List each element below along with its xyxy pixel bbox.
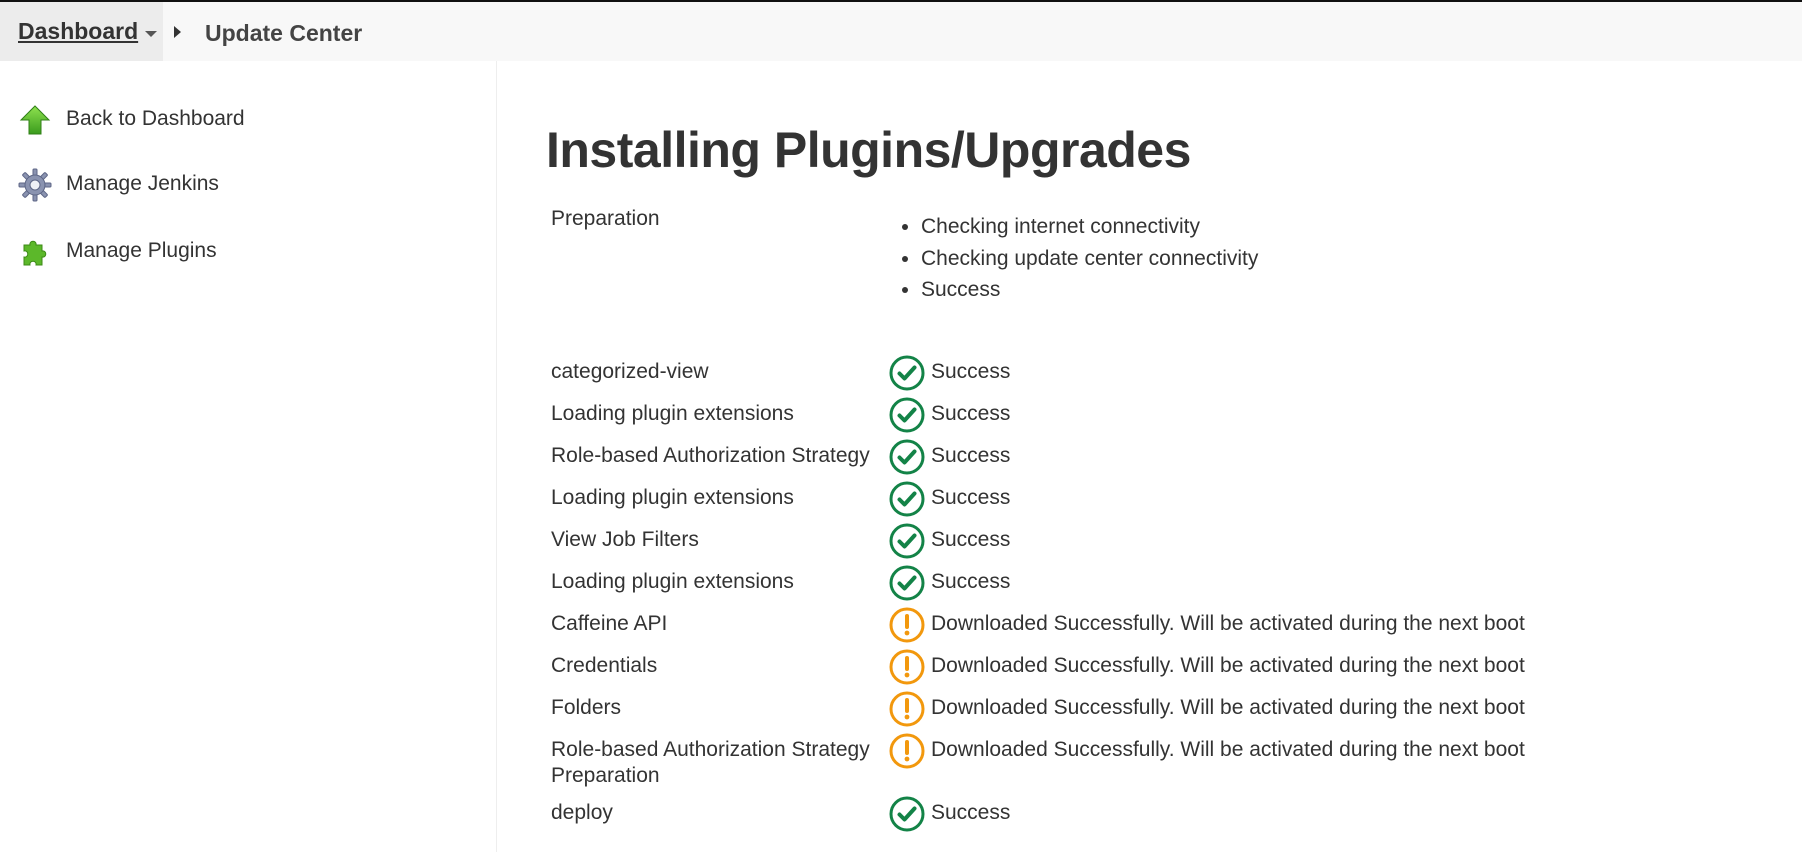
job-name: Loading plugin extensions bbox=[551, 486, 794, 509]
job-name: Credentials bbox=[551, 654, 658, 677]
list-item: Success bbox=[921, 274, 1258, 306]
job-status: Success bbox=[931, 528, 1011, 551]
success-check-icon bbox=[889, 439, 925, 475]
success-check-icon bbox=[889, 796, 925, 832]
job-status: Downloaded Successfully. Will be activat… bbox=[931, 612, 1525, 635]
sidebar-item-manage-jenkins[interactable]: Manage Jenkins bbox=[18, 166, 478, 202]
table-row: Loading plugin extensions Success bbox=[551, 564, 1751, 604]
preparation-label: Preparation bbox=[551, 764, 660, 787]
preparation-row-2: Preparation bbox=[551, 758, 1751, 798]
page-title: Installing Plugins/Upgrades bbox=[546, 122, 1191, 178]
warning-exclamation-icon bbox=[889, 691, 925, 727]
table-row: deploy Success bbox=[551, 795, 1751, 835]
success-check-icon bbox=[889, 397, 925, 433]
table-row: Folders Downloaded Successfully. Will be … bbox=[551, 690, 1751, 730]
gear-icon bbox=[18, 168, 52, 202]
up-arrow-icon bbox=[19, 105, 51, 135]
job-name: deploy bbox=[551, 801, 613, 824]
job-name: Folders bbox=[551, 696, 622, 719]
job-status: Success bbox=[931, 360, 1011, 383]
job-status: Downloaded Successfully. Will be activat… bbox=[931, 654, 1525, 677]
job-status: Success bbox=[931, 570, 1011, 593]
success-check-icon bbox=[889, 481, 925, 517]
warning-exclamation-icon bbox=[889, 649, 925, 685]
success-check-icon bbox=[889, 355, 925, 391]
job-name: View Job Filters bbox=[551, 528, 699, 551]
job-name: Role-based Authorization Strategy bbox=[551, 444, 870, 467]
job-status: Success bbox=[931, 486, 1011, 509]
list-item: Checking update center connectivity bbox=[921, 243, 1258, 275]
job-status: Downloaded Successfully. Will be activat… bbox=[931, 696, 1525, 719]
sidebar-item-label[interactable]: Manage Jenkins bbox=[66, 172, 219, 196]
sidebar-item-label[interactable]: Back to Dashboard bbox=[66, 107, 245, 131]
breadcrumb-home-label[interactable]: Dashboard bbox=[18, 18, 138, 45]
job-status: Success bbox=[931, 402, 1011, 425]
warning-exclamation-icon bbox=[889, 607, 925, 643]
preparation-label: Preparation bbox=[551, 207, 660, 230]
chevron-down-icon[interactable] bbox=[145, 31, 157, 37]
table-row: Credentials Downloaded Successfully. Will… bbox=[551, 648, 1751, 688]
breadcrumb: Dashboard Update Center bbox=[0, 2, 1802, 61]
main-panel: Installing Plugins/Upgrades Preparation … bbox=[497, 61, 1802, 852]
table-row: categorized-view Success bbox=[551, 354, 1751, 394]
breadcrumb-current[interactable]: Update Center bbox=[205, 20, 362, 47]
job-name: Caffeine API bbox=[551, 612, 668, 635]
table-row: View Job Filters Success bbox=[551, 522, 1751, 562]
table-row: Loading plugin extensions Success bbox=[551, 396, 1751, 436]
sidebar-item-back-to-dashboard[interactable]: Back to Dashboard bbox=[18, 101, 478, 137]
table-row: Loading plugin extensions Success bbox=[551, 480, 1751, 520]
chevron-right-icon bbox=[174, 26, 181, 38]
success-check-icon bbox=[889, 565, 925, 601]
table-row: Caffeine API Downloaded Successfully. Wil… bbox=[551, 606, 1751, 646]
sidebar: Back to Dashboard Manage Jenkins Manage … bbox=[0, 61, 497, 852]
puzzle-icon bbox=[23, 240, 47, 266]
success-check-icon bbox=[889, 523, 925, 559]
table-row: Role-based Authorization Strategy Success bbox=[551, 438, 1751, 478]
sidebar-item-label[interactable]: Manage Plugins bbox=[66, 239, 217, 263]
job-name: categorized-view bbox=[551, 360, 709, 383]
job-status: Success bbox=[931, 444, 1011, 467]
job-name: Loading plugin extensions bbox=[551, 570, 794, 593]
job-status: Success bbox=[931, 801, 1011, 824]
breadcrumb-home[interactable]: Dashboard bbox=[0, 2, 163, 61]
preparation-steps: Checking internet connectivity Checking … bbox=[897, 211, 1258, 306]
sidebar-item-manage-plugins[interactable]: Manage Plugins bbox=[18, 233, 478, 269]
job-name: Loading plugin extensions bbox=[551, 402, 794, 425]
list-item: Checking internet connectivity bbox=[921, 211, 1258, 243]
